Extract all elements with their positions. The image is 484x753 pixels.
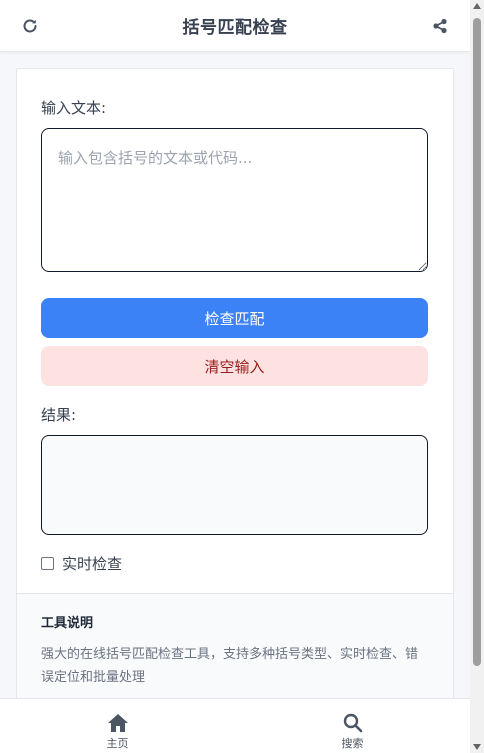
scroll-down-arrow-icon[interactable] [473,744,481,750]
main-card: 输入文本: 检查匹配 清空输入 结果: 实时检查 工具说明 强大的在线括号匹配检… [16,68,454,708]
realtime-check-label[interactable]: 实时检查 [62,553,122,574]
scrollbar-thumb[interactable] [473,18,481,666]
vertical-scrollbar[interactable] [470,0,484,753]
tool-info-title: 工具说明 [41,616,94,631]
tool-info-description: 强大的在线括号匹配检查工具，支持多种括号类型、实时检查、错误定位和批量处理 [41,647,419,685]
page-title: 括号匹配检查 [182,18,288,38]
nav-item-home[interactable]: 主页 [0,699,235,753]
realtime-checkbox[interactable] [41,557,54,570]
share-icon[interactable] [428,14,452,38]
app-root: 括号匹配检查 输入文本: 检查匹配 清空输入 结果: 实时检查 [0,0,484,753]
home-icon [107,714,128,732]
search-icon [343,713,362,733]
check-match-button[interactable]: 检查匹配 [41,298,428,338]
clear-input-button[interactable]: 清空输入 [41,346,428,386]
bottom-nav: 主页 搜索 [0,698,470,753]
header-bar: 括号匹配检查 [0,0,470,52]
result-label: 结果: [41,406,77,424]
text-input[interactable] [41,128,428,272]
realtime-check-row[interactable]: 实时检查 [41,553,429,574]
nav-item-search[interactable]: 搜索 [235,699,470,753]
result-output [41,435,428,535]
refresh-icon[interactable] [18,14,42,38]
tool-info-section: 工具说明 强大的在线括号匹配检查工具，支持多种括号类型、实时检查、错误定位和批量… [17,593,453,707]
nav-label-home: 主页 [106,737,129,750]
input-label: 输入文本: [41,99,107,117]
nav-label-search: 搜索 [341,737,364,750]
scroll-up-arrow-icon[interactable] [473,3,481,9]
